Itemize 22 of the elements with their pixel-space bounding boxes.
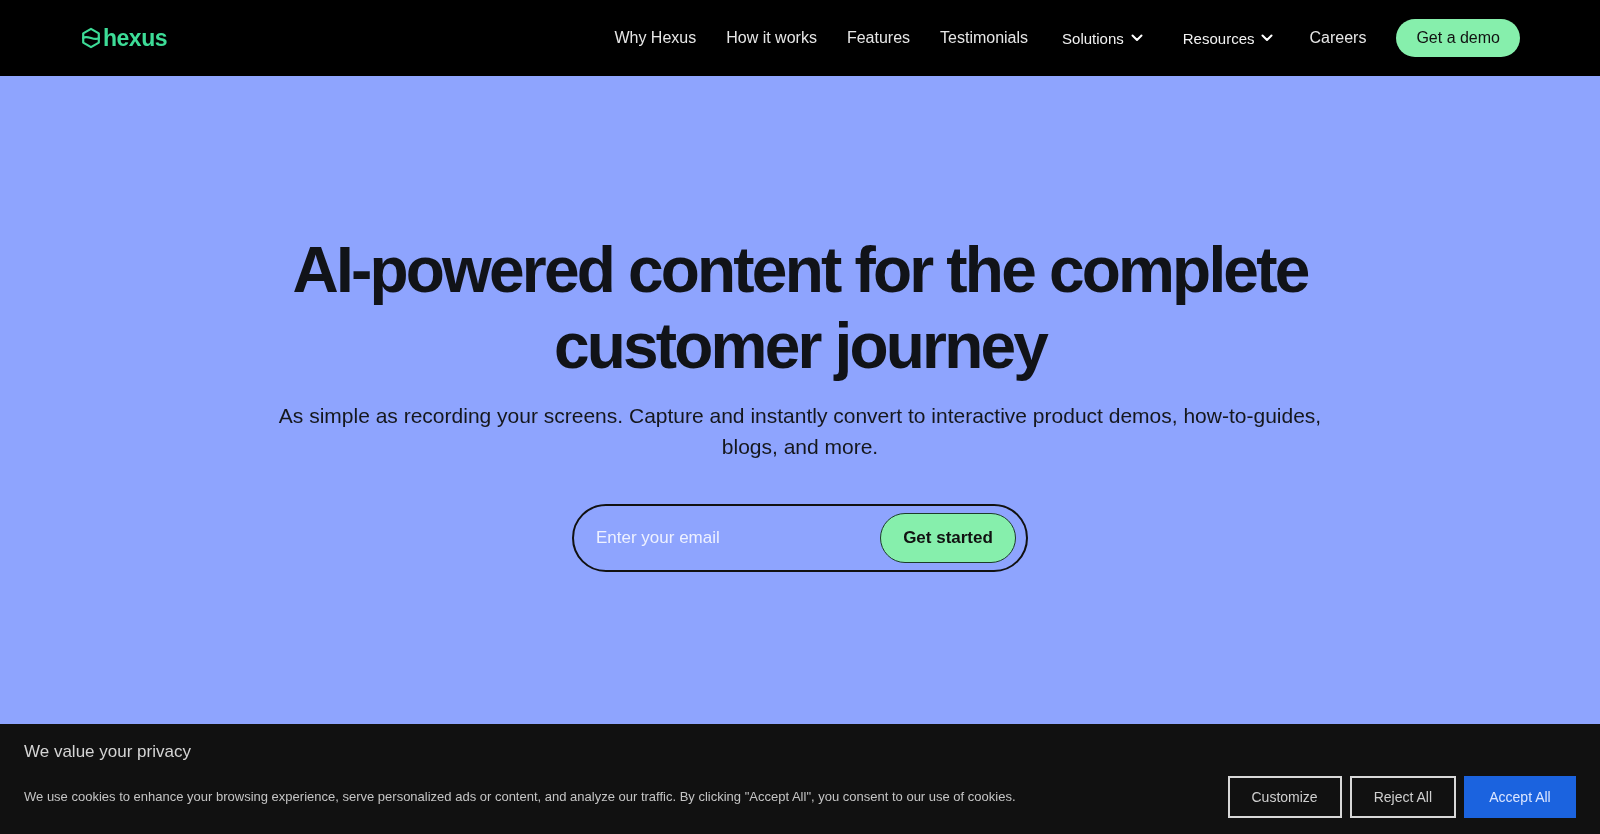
hero-subheading: As simple as recording your screens. Capture and instantly convert to interactive product demos, how-to-guides, blogs, and more.: [277, 403, 1323, 460]
get-demo-button[interactable]: Get a demo: [1396, 19, 1520, 57]
nav-link[interactable]: How it works: [726, 29, 817, 47]
nav-link[interactable]: Testimonials: [940, 29, 1029, 47]
chevron-down-icon: [1130, 34, 1143, 42]
chevron-down-icon: [1261, 34, 1274, 42]
cookie-text: We use cookies to enhance your browsing experience, serve personalized ads or content, and analyze our traffic. By clicking "Accept All", you consent to our use of cookies.: [24, 788, 1016, 806]
email-input[interactable]: Enter your email: [596, 523, 880, 553]
cookie-button[interactable]: Customize: [1227, 776, 1342, 818]
nav-dropdown[interactable]: Resources: [1182, 29, 1274, 47]
hexagon-logo-icon: [80, 27, 102, 49]
nav-dropdown[interactable]: Solutions: [1062, 29, 1143, 47]
nav-link[interactable]: Why Hexus: [614, 29, 697, 47]
hero-heading: AI-powered content for the complete customer journey: [291, 233, 1309, 384]
cookie-title: We value your privacy: [24, 741, 192, 763]
hexus-logo[interactable]: hexus: [80, 24, 167, 52]
nav-link[interactable]: Careers: [1309, 29, 1367, 47]
nav-link[interactable]: Features: [846, 29, 911, 47]
cookie-button[interactable]: Accept All: [1464, 776, 1576, 818]
email-form[interactable]: Enter your email Get started: [572, 504, 1028, 572]
get-started-button[interactable]: Get started: [880, 513, 1016, 563]
cookie-button[interactable]: Reject All: [1349, 776, 1456, 818]
